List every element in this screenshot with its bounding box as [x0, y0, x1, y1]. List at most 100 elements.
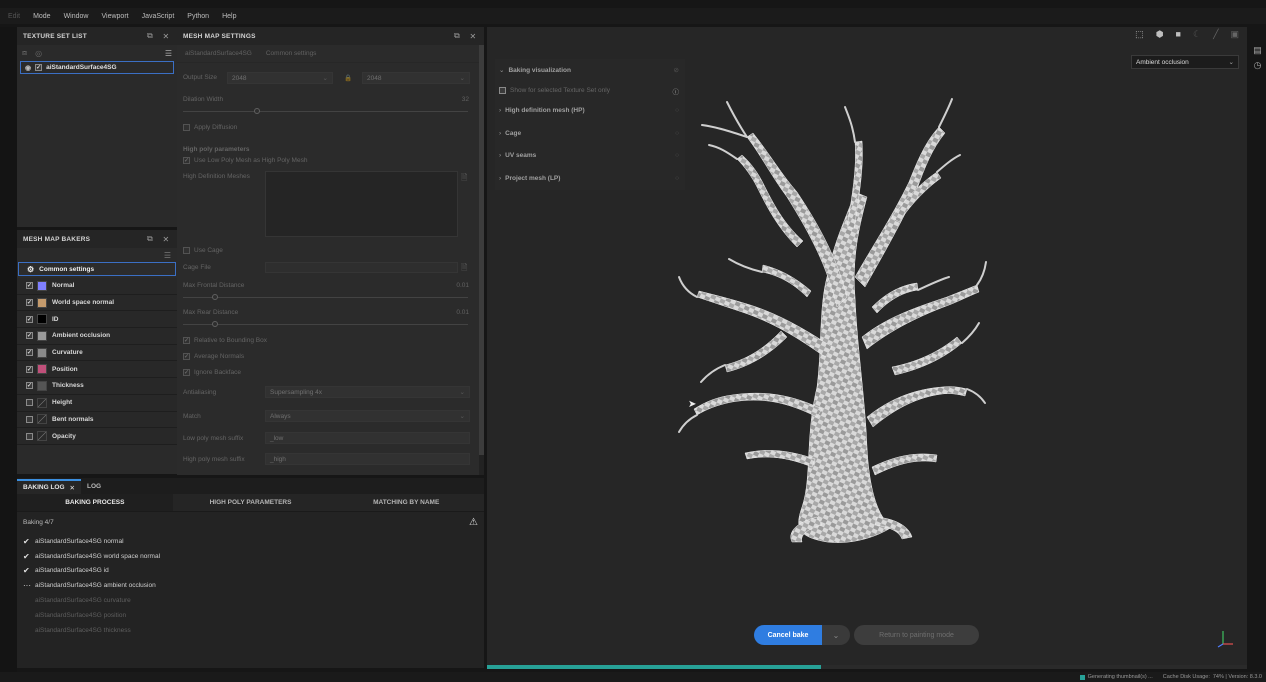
average-normals-checkbox[interactable]: ✓ [183, 353, 190, 360]
menu-window[interactable]: Window [64, 13, 89, 20]
viewport-3d[interactable]: ⬚ ⬢ ■ ☾ ╱ ▣ Ambient occlusion ⌄ ⌄ Baking… [487, 27, 1247, 669]
menu-javascript[interactable]: JavaScript [142, 13, 175, 20]
eye-icon[interactable]: ◉ [25, 64, 31, 72]
baking-visualization-header[interactable]: ⌄ Baking visualization ⊘ [495, 59, 685, 82]
close-icon[interactable]: ✕ [70, 484, 75, 492]
baker-checkbox[interactable]: ✓ [26, 365, 33, 373]
baker-checkbox[interactable]: ✓ [26, 382, 33, 390]
max-rear-handle[interactable] [212, 321, 218, 327]
baker-checkbox[interactable]: ✓ [26, 282, 33, 290]
baker-checkbox[interactable]: ✓ [26, 349, 33, 357]
visualization-section[interactable]: › High definition mesh (HP) ○ [495, 100, 685, 123]
baker-item[interactable]: ✓ World space normal [17, 294, 177, 312]
baker-checkbox[interactable] [26, 399, 33, 407]
display-mode-dropdown[interactable]: Ambient occlusion ⌄ [1131, 55, 1239, 69]
lock-icon[interactable]: 🔒 [344, 74, 352, 82]
tab-baking-log[interactable]: BAKING LOG ✕ [17, 479, 81, 494]
scrollbar-thumb[interactable] [479, 45, 484, 455]
environment-icon[interactable]: ⬢ [1156, 29, 1164, 40]
menu-mode[interactable]: Mode [33, 13, 51, 20]
texture-set-item[interactable]: ◉ ✓ aiStandardSurface4SG [20, 61, 174, 74]
tab-log[interactable]: LOG [81, 479, 107, 494]
moon-icon[interactable]: ☾ [1193, 29, 1201, 40]
menu-edit[interactable]: Edit [8, 13, 20, 20]
history-icon[interactable]: ◷ [1249, 60, 1266, 71]
average-normals-row[interactable]: ✓ Average Normals [183, 353, 244, 360]
close-icon[interactable]: ✕ [161, 235, 171, 244]
output-size-dropdown-b[interactable]: 2048 ⌄ [362, 72, 470, 84]
return-painting-button[interactable]: Return to painting mode [854, 625, 979, 645]
high-suffix-field[interactable]: _high [265, 453, 470, 465]
hide-icon[interactable]: ⊘ [674, 66, 679, 74]
texture-set-checkbox[interactable]: ✓ [35, 64, 43, 71]
relative-bbox-checkbox[interactable]: ✓ [183, 337, 190, 344]
breadcrumb-texture-set[interactable]: aiStandardSurface4SG [185, 50, 252, 57]
baker-item[interactable]: ✓ Normal [17, 278, 177, 295]
chat-icon[interactable]: ▤ [1249, 45, 1266, 56]
baker-item[interactable]: ✓ Ambient occlusion [17, 328, 177, 345]
visibility-icon[interactable]: ◎ [35, 49, 42, 58]
max-frontal-slider[interactable] [183, 297, 468, 298]
menu-help[interactable]: Help [222, 13, 236, 20]
baker-checkbox[interactable]: ✓ [26, 299, 33, 307]
visualization-section[interactable]: › UV seams ○ [495, 145, 685, 168]
dilation-slider-handle[interactable] [254, 108, 260, 114]
file-icon[interactable]: 🗎 [461, 262, 467, 276]
visualization-section[interactable]: › Project mesh (LP) ○ [495, 167, 685, 190]
low-suffix-field[interactable]: _low [265, 432, 470, 444]
file-icon[interactable]: 🗎 [461, 172, 467, 186]
layers-icon[interactable]: ⧈ [22, 48, 27, 58]
camera-icon[interactable]: ■ [1176, 29, 1181, 39]
baker-checkbox[interactable]: ✓ [26, 315, 33, 323]
baker-item[interactable]: ✓ ID [17, 311, 177, 329]
common-settings-item[interactable]: ⚙ Common settings [18, 262, 176, 276]
use-cage-checkbox[interactable] [183, 247, 190, 254]
baker-item[interactable]: Opacity [17, 428, 177, 445]
menu-icon[interactable]: ☰ [165, 49, 172, 58]
brush-icon[interactable]: ╱ [1213, 29, 1218, 40]
menu-icon[interactable]: ☰ [164, 251, 171, 260]
close-icon[interactable]: ✕ [161, 32, 171, 41]
cancel-bake-button[interactable]: Cancel bake [754, 625, 822, 645]
baker-item[interactable]: ✓ Curvature [17, 344, 177, 362]
float-panel-icon[interactable]: ⧉ [145, 31, 155, 41]
use-cage-row[interactable]: Use Cage [183, 247, 223, 254]
max-rear-slider[interactable] [183, 324, 468, 325]
info-icon[interactable]: ⓘ [673, 86, 680, 96]
menu-viewport[interactable]: Viewport [101, 13, 128, 20]
float-panel-icon[interactable]: ⧉ [452, 31, 462, 41]
bake-options-button[interactable]: ⌄ [822, 625, 850, 645]
baker-item[interactable]: Bent normals [17, 411, 177, 429]
baker-item[interactable]: Height [17, 394, 177, 412]
baker-checkbox[interactable]: ✓ [26, 332, 33, 340]
tab-baking-process[interactable]: BAKING PROCESS [17, 494, 173, 511]
show-selected-row[interactable]: Show for selected Texture Set only ⓘ [495, 82, 685, 100]
ignore-backface-row[interactable]: ✓ Ignore Backface [183, 369, 241, 376]
show-selected-checkbox[interactable] [499, 87, 506, 94]
baker-item[interactable]: ✓ Position [17, 361, 177, 379]
breadcrumb-common[interactable]: Common settings [266, 50, 317, 57]
screenshot-icon[interactable]: ▣ [1230, 29, 1239, 40]
dilation-slider[interactable] [183, 111, 468, 112]
use-low-poly-row[interactable]: ✓ Use Low Poly Mesh as High Poly Mesh [183, 157, 307, 164]
ignore-backface-checkbox[interactable]: ✓ [183, 369, 190, 376]
baker-item[interactable]: ✓ Thickness [17, 378, 177, 395]
float-panel-icon[interactable]: ⧉ [145, 234, 155, 244]
tab-matching-by-name[interactable]: MATCHING BY NAME [328, 494, 484, 511]
close-icon[interactable]: ✕ [468, 32, 478, 41]
match-dropdown[interactable]: Always ⌄ [265, 410, 470, 422]
visualization-section[interactable]: › Cage ○ [495, 122, 685, 145]
warning-icon[interactable]: ⚠ [469, 517, 478, 528]
apply-diffusion-row[interactable]: Apply Diffusion [183, 124, 237, 131]
output-size-dropdown-a[interactable]: 2048 ⌄ [227, 72, 333, 84]
hd-meshes-list[interactable] [265, 171, 458, 237]
menu-python[interactable]: Python [187, 13, 209, 20]
frame-icon[interactable]: ⬚ [1135, 29, 1144, 40]
max-frontal-handle[interactable] [212, 294, 218, 300]
apply-diffusion-checkbox[interactable] [183, 124, 190, 131]
antialiasing-dropdown[interactable]: Supersampling 4x ⌄ [265, 386, 470, 398]
settings-scrollbar[interactable] [479, 45, 484, 475]
tab-high-poly-parameters[interactable]: HIGH POLY PARAMETERS [173, 494, 329, 511]
cage-file-field[interactable] [265, 262, 458, 273]
relative-bbox-row[interactable]: ✓ Relative to Bounding Box [183, 337, 267, 344]
